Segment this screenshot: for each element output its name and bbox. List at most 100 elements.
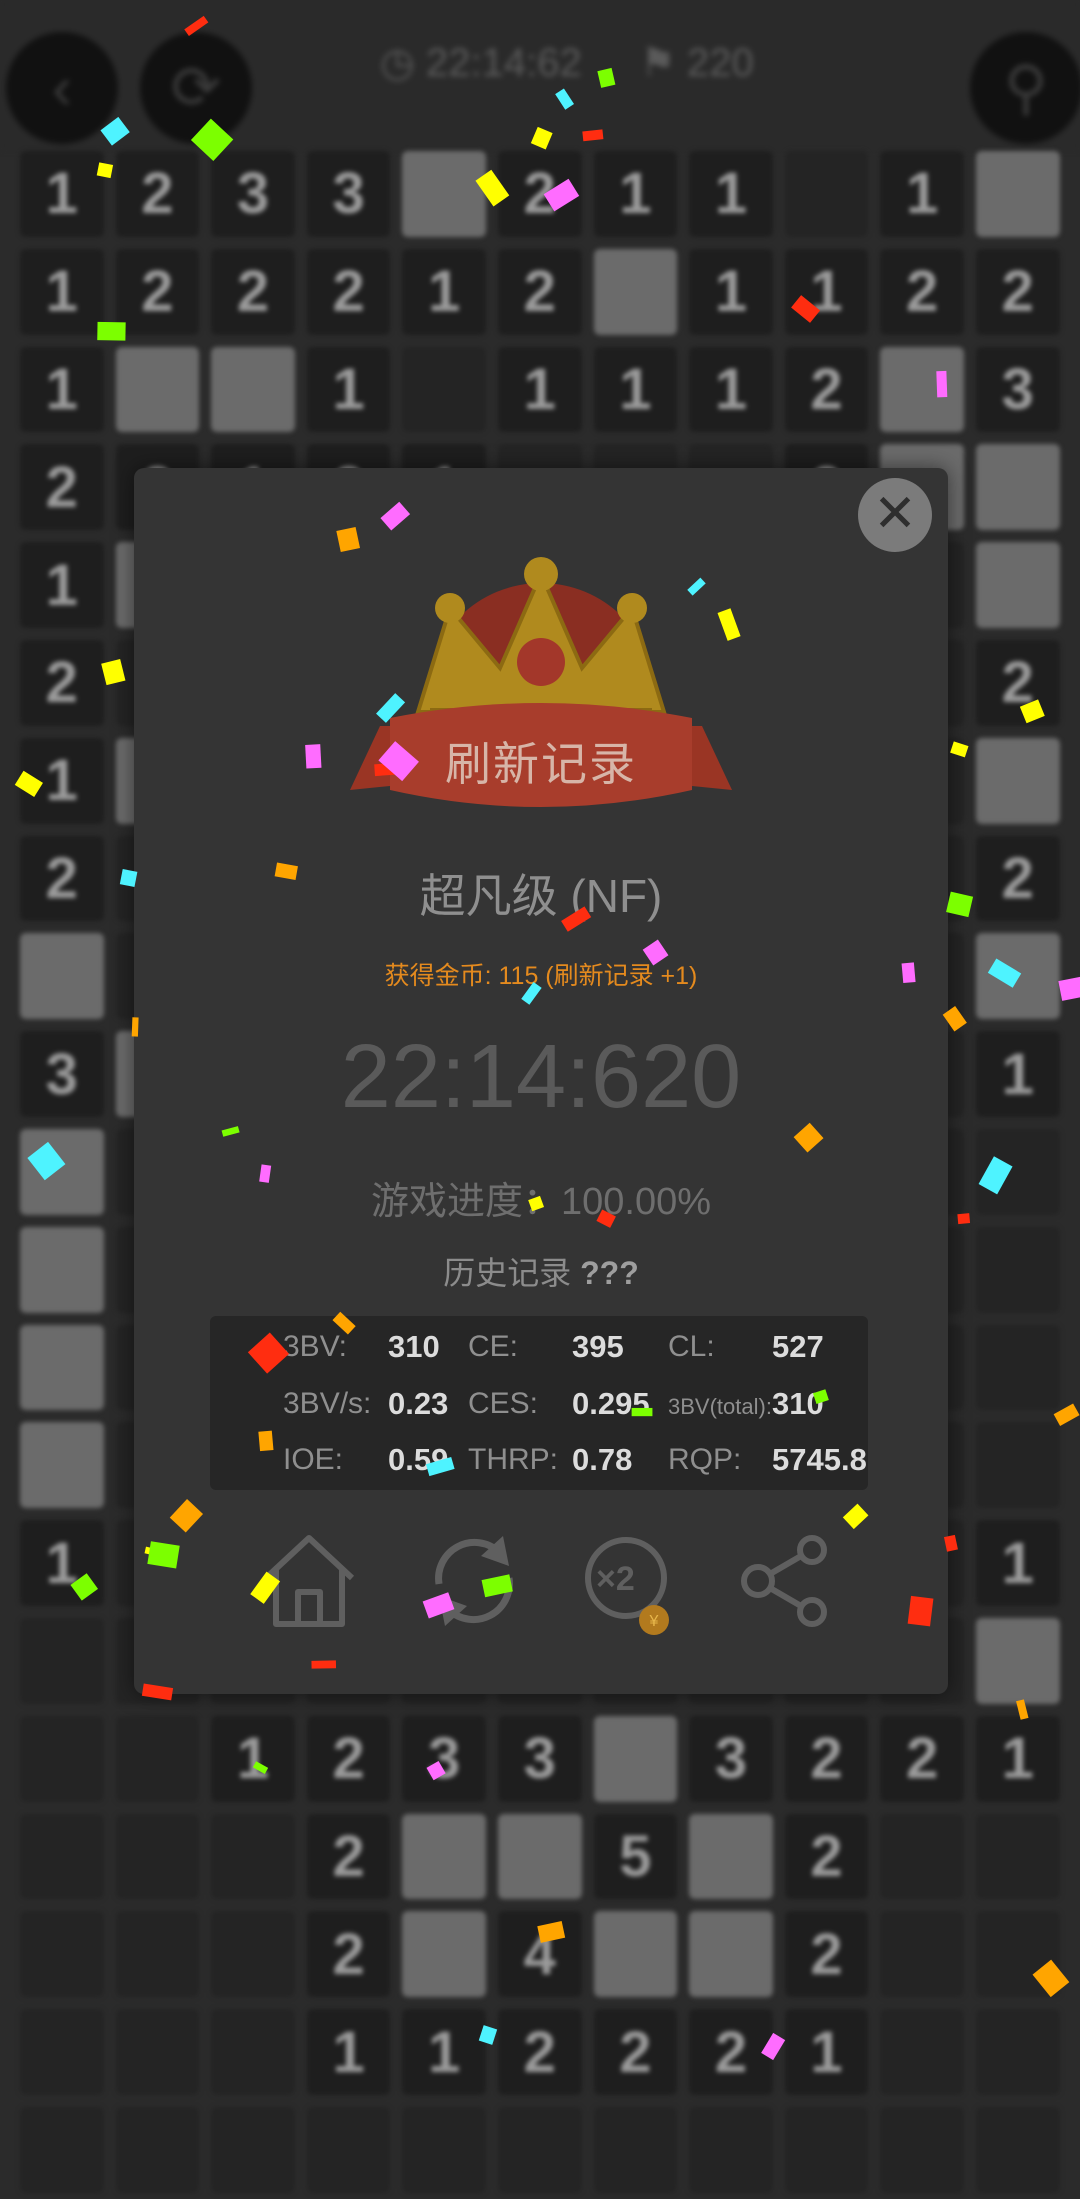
- board-cell[interactable]: 1: [20, 151, 104, 237]
- board-cell[interactable]: [306, 2106, 391, 2193]
- board-cell[interactable]: 3: [689, 1715, 773, 1802]
- board-cell[interactable]: 2: [306, 1911, 391, 1998]
- board-cell[interactable]: 1: [211, 1715, 295, 1802]
- board-cell[interactable]: [689, 2106, 773, 2193]
- board-cell[interactable]: [20, 2106, 104, 2193]
- board-cell[interactable]: [784, 2106, 869, 2193]
- board-cell[interactable]: [115, 2009, 200, 2095]
- board-cell[interactable]: [880, 2009, 964, 2095]
- board-cell[interactable]: 2: [115, 151, 200, 237]
- board-cell[interactable]: 1: [689, 151, 773, 237]
- covered-cell[interactable]: [689, 1911, 773, 1998]
- board-cell[interactable]: [211, 2106, 295, 2193]
- board-cell[interactable]: 2: [975, 639, 1060, 726]
- board-cell[interactable]: 1: [593, 346, 678, 433]
- board-cell[interactable]: 2: [784, 1715, 869, 1802]
- covered-cell[interactable]: [497, 1813, 582, 1900]
- covered-cell[interactable]: [115, 346, 200, 433]
- board-cell[interactable]: [20, 1911, 104, 1998]
- board-cell[interactable]: 1: [689, 346, 773, 433]
- board-cell[interactable]: 3: [306, 151, 391, 237]
- covered-cell[interactable]: [689, 1813, 773, 1900]
- board-cell[interactable]: [497, 2106, 582, 2193]
- board-cell[interactable]: 1: [306, 346, 391, 433]
- board-cell[interactable]: 1: [975, 1031, 1060, 1117]
- board-cell[interactable]: 1: [784, 248, 869, 335]
- board-cell[interactable]: 1: [306, 2009, 391, 2095]
- board-cell[interactable]: 2: [497, 2009, 582, 2095]
- board-cell[interactable]: 1: [20, 346, 104, 433]
- covered-cell[interactable]: [20, 1226, 104, 1313]
- board-cell[interactable]: [402, 2106, 486, 2193]
- board-cell[interactable]: 2: [784, 1813, 869, 1900]
- board-cell[interactable]: 2: [306, 1715, 391, 1802]
- hint-button[interactable]: ⚲: [970, 32, 1080, 144]
- board-cell[interactable]: 4: [497, 1911, 582, 1998]
- board-cell[interactable]: [115, 1715, 200, 1802]
- covered-cell[interactable]: [20, 933, 104, 1020]
- share-button[interactable]: [732, 1526, 842, 1656]
- covered-cell[interactable]: [20, 1128, 104, 1215]
- board-cell[interactable]: [784, 151, 869, 237]
- board-cell[interactable]: 2: [211, 248, 295, 335]
- covered-cell[interactable]: [975, 542, 1060, 628]
- replay-button[interactable]: [419, 1526, 529, 1656]
- board-cell[interactable]: [975, 1813, 1060, 1900]
- board-cell[interactable]: [880, 2106, 964, 2193]
- covered-cell[interactable]: [593, 1715, 678, 1802]
- board-cell[interactable]: 1: [20, 542, 104, 628]
- board-cell[interactable]: [20, 1617, 104, 1704]
- board-cell[interactable]: [975, 1128, 1060, 1215]
- board-cell[interactable]: 1: [975, 1715, 1060, 1802]
- board-cell[interactable]: [20, 1813, 104, 1900]
- board-cell[interactable]: 2: [20, 835, 104, 922]
- board-cell[interactable]: 2: [689, 2009, 773, 2095]
- board-cell[interactable]: [115, 1813, 200, 1900]
- restart-button[interactable]: ⟳: [140, 32, 252, 144]
- board-cell[interactable]: [975, 2106, 1060, 2193]
- board-cell[interactable]: [211, 1813, 295, 1900]
- home-button[interactable]: [254, 1526, 364, 1656]
- board-cell[interactable]: [20, 2009, 104, 2095]
- board-cell[interactable]: 2: [115, 248, 200, 335]
- covered-cell[interactable]: [402, 1911, 486, 1998]
- board-cell[interactable]: 1: [497, 346, 582, 433]
- board-cell[interactable]: 2: [20, 639, 104, 726]
- board-cell[interactable]: 2: [497, 248, 582, 335]
- board-cell[interactable]: [975, 2009, 1060, 2095]
- close-button[interactable]: ✕: [858, 478, 932, 552]
- board-cell[interactable]: 3: [975, 346, 1060, 433]
- board-cell[interactable]: [402, 346, 486, 433]
- board-cell[interactable]: [115, 1911, 200, 1998]
- board-cell[interactable]: 1: [20, 248, 104, 335]
- board-cell[interactable]: [975, 1324, 1060, 1411]
- board-cell[interactable]: 2: [306, 1813, 391, 1900]
- board-cell[interactable]: 2: [880, 248, 964, 335]
- covered-cell[interactable]: [211, 346, 295, 433]
- covered-cell[interactable]: [20, 1422, 104, 1509]
- board-cell[interactable]: [975, 1226, 1060, 1313]
- board-cell[interactable]: 2: [975, 248, 1060, 335]
- covered-cell[interactable]: [402, 151, 486, 237]
- board-cell[interactable]: [975, 1422, 1060, 1509]
- board-cell[interactable]: 3: [497, 1715, 582, 1802]
- board-cell[interactable]: 2: [784, 346, 869, 433]
- covered-cell[interactable]: [975, 737, 1060, 824]
- board-cell[interactable]: [593, 2106, 678, 2193]
- covered-cell[interactable]: [975, 151, 1060, 237]
- board-cell[interactable]: 1: [20, 1520, 104, 1606]
- covered-cell[interactable]: [593, 248, 678, 335]
- covered-cell[interactable]: [975, 933, 1060, 1020]
- board-cell[interactable]: 1: [880, 151, 964, 237]
- board-cell[interactable]: 1: [402, 248, 486, 335]
- board-cell[interactable]: 2: [784, 1911, 869, 1998]
- board-cell[interactable]: 5: [593, 1813, 678, 1900]
- board-cell[interactable]: 2: [975, 835, 1060, 922]
- board-cell[interactable]: [880, 1813, 964, 1900]
- board-cell[interactable]: 3: [211, 151, 295, 237]
- board-cell[interactable]: 1: [593, 151, 678, 237]
- covered-cell[interactable]: [880, 346, 964, 433]
- board-cell[interactable]: [975, 1911, 1060, 1998]
- board-cell[interactable]: 3: [402, 1715, 486, 1802]
- board-cell[interactable]: 1: [784, 2009, 869, 2095]
